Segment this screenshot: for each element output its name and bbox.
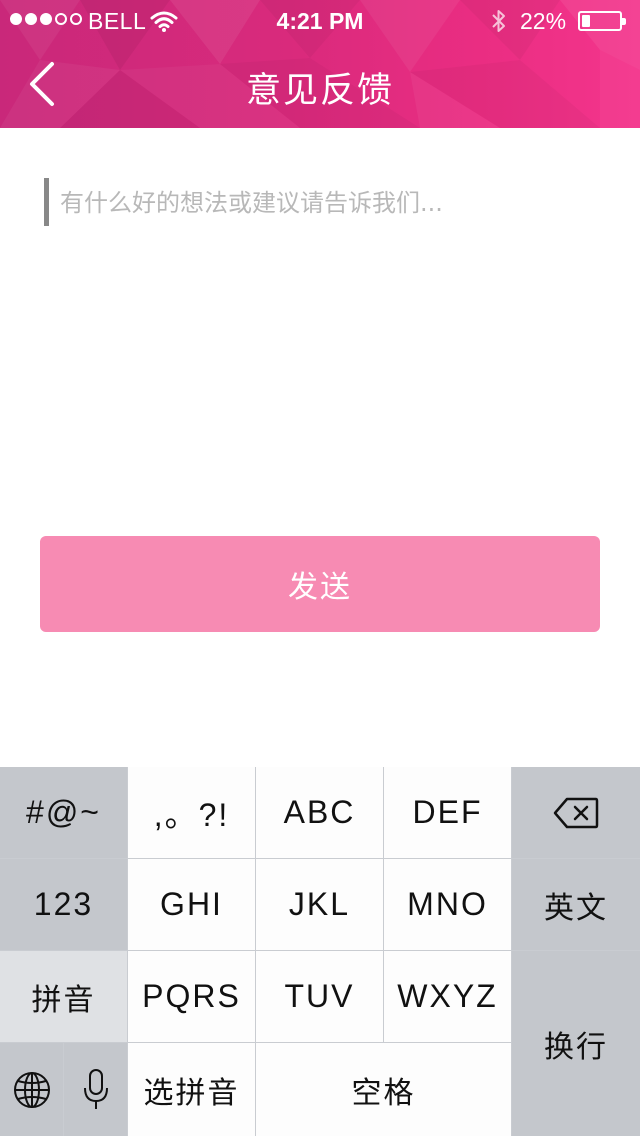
key-newline[interactable]: 换行 (512, 951, 640, 1136)
app-screen: BELL 4:21 PM 22% 意见反馈 有什么好的想法或建议请告诉我们...… (0, 0, 640, 1136)
header: BELL 4:21 PM 22% 意见反馈 (0, 0, 640, 128)
key-pqrs-label: PQRS (142, 978, 241, 1014)
text-cursor (44, 178, 49, 226)
key-ghi[interactable]: GHI (128, 859, 255, 950)
key-ghi-label: GHI (160, 886, 223, 922)
key-punctuation-label: ,。?! (153, 796, 230, 833)
key-symbols[interactable]: #@~ (0, 767, 127, 858)
bluetooth-icon (492, 10, 505, 32)
key-select-pinyin-label: 选拼音 (143, 1075, 240, 1111)
key-space-label: 空格 (351, 1075, 416, 1111)
key-def[interactable]: DEF (384, 767, 511, 858)
feedback-area (40, 170, 600, 490)
page-title: 意见反馈 (245, 71, 394, 111)
battery-percent: 22% (520, 8, 567, 34)
key-english-label: 英文 (544, 890, 608, 926)
key-punctuation[interactable]: ,。?! (128, 767, 255, 858)
key-globe[interactable] (0, 1043, 63, 1136)
backspace-key[interactable] (512, 767, 640, 858)
key-jkl[interactable]: JKL (256, 859, 383, 950)
key-symbols-label: #@~ (26, 794, 101, 830)
key-wxyz-label: WXYZ (397, 978, 498, 1014)
key-tuv-label: TUV (284, 978, 355, 1014)
key-select-pinyin[interactable]: 选拼音 (128, 1043, 255, 1136)
navigation-bar: 意见反馈 (0, 40, 640, 128)
key-abc-label: ABC (283, 794, 356, 830)
feedback-input[interactable] (60, 178, 600, 478)
status-bar: BELL 4:21 PM 22% (0, 0, 640, 40)
backspace-icon (553, 797, 599, 828)
key-newline-label: 换行 (544, 1029, 608, 1065)
key-microphone[interactable] (64, 1043, 127, 1136)
key-def-label: DEF (412, 794, 483, 830)
key-pinyin[interactable]: 拼音 (0, 951, 127, 1042)
send-button[interactable]: 发送 (40, 536, 600, 632)
key-pqrs[interactable]: PQRS (128, 951, 255, 1042)
key-numbers-label: 123 (33, 886, 94, 922)
key-numbers[interactable]: 123 (0, 859, 127, 950)
microphone-icon (83, 1068, 108, 1109)
key-mno[interactable]: MNO (384, 859, 511, 950)
key-english[interactable]: 英文 (512, 859, 640, 950)
key-jkl-label: JKL (288, 886, 351, 922)
battery-icon (578, 11, 626, 31)
keyboard: #@~ ,。?! ABC DEF 123 GHI JKL MNO 英文 拼音 P… (0, 767, 640, 1136)
key-abc[interactable]: ABC (256, 767, 383, 858)
key-tuv[interactable]: TUV (256, 951, 383, 1042)
key-pinyin-label: 拼音 (31, 982, 96, 1018)
key-space[interactable]: 空格 (256, 1043, 511, 1136)
globe-icon (13, 1071, 50, 1108)
key-wxyz[interactable]: WXYZ (384, 951, 511, 1042)
key-mno-label: MNO (407, 886, 488, 922)
